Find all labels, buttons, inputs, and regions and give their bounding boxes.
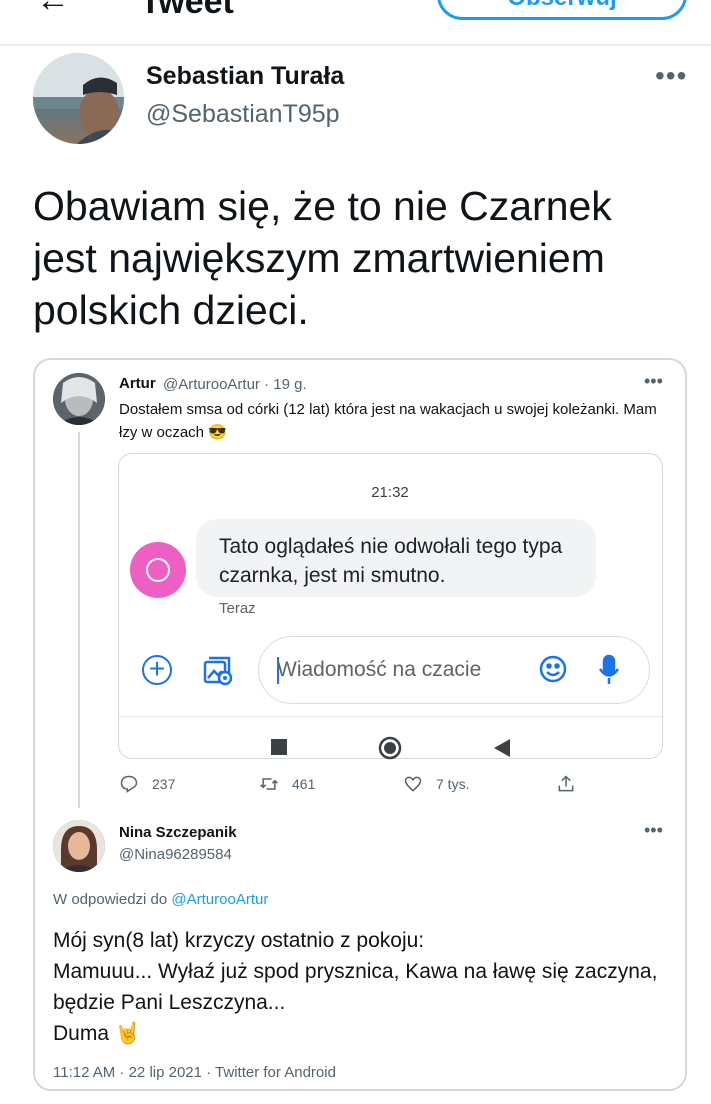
reply-context: W odpowiedzi do @ArturooArtur — [53, 891, 268, 908]
reply-to-prefix: W odpowiedzi do — [53, 891, 172, 908]
author-avatar[interactable] — [33, 53, 124, 144]
recents-icon — [271, 739, 287, 755]
author-name[interactable]: Sebastian Turała — [146, 62, 344, 91]
reply-line: Mamuuu... Wyłaź już spod prysznica, Kawa… — [53, 960, 658, 1014]
reply-author-avatar[interactable] — [53, 820, 105, 872]
reply-text: Mój syn(8 lat) krzyczy ostatnio z pokoju… — [53, 925, 673, 1049]
contact-ring-icon — [146, 558, 170, 582]
author-handle[interactable]: @SebastianT95p — [146, 100, 340, 129]
reply-timestamp[interactable]: 11:12 AM · 22 lip 2021 · Twitter for And… — [53, 1064, 336, 1081]
reply-to-link[interactable]: @ArturooArtur — [171, 891, 268, 908]
retweet-action[interactable]: 461 — [259, 773, 315, 795]
quoted-author-meta: @ArturooArtur · 19 g. — [163, 376, 307, 393]
top-bar: ← Tweet Obserwuj — [0, 0, 711, 46]
chat-input-placeholder: Wiadomość na czacie — [277, 658, 482, 681]
reply-author-handle[interactable]: @Nina96289584 — [119, 846, 232, 863]
share-icon — [558, 775, 574, 792]
heart-icon — [404, 776, 422, 792]
more-options-icon[interactable]: ••• — [655, 60, 687, 92]
emoji-icon — [538, 654, 568, 684]
like-count: 7 tys. — [436, 776, 470, 792]
reply-action[interactable]: 237 — [119, 773, 175, 795]
quoted-author-name[interactable]: Artur — [119, 375, 156, 392]
message-status: Teraz — [219, 600, 256, 617]
reply-author-name[interactable]: Nina Szczepanik — [119, 824, 237, 841]
quoted-more-icon[interactable]: ••• — [644, 371, 663, 392]
divider — [119, 716, 662, 717]
home-icon — [378, 736, 402, 760]
reply-line: Duma 🤘 — [53, 1022, 141, 1045]
message-text: Tato oglądałeś nie odwołali tego typa cz… — [219, 535, 563, 587]
follow-button[interactable]: Obserwuj — [437, 0, 687, 20]
reply-count: 237 — [152, 776, 176, 792]
tweet-text: Obawiam się, że to nie Czarnek jest najw… — [33, 183, 612, 333]
reply-more-icon[interactable]: ••• — [644, 820, 663, 841]
share-action[interactable] — [556, 773, 576, 795]
add-icon: + — [142, 655, 172, 685]
sms-time: 21:32 — [371, 484, 409, 501]
retweet-count: 461 — [292, 776, 316, 792]
reply-line: Mój syn(8 lat) krzyczy ostatnio z pokoju… — [53, 929, 425, 952]
like-action[interactable]: 7 tys. — [403, 773, 469, 795]
back-arrow-icon[interactable]: ← — [36, 0, 76, 20]
reply-icon — [120, 775, 138, 793]
gallery-icon — [201, 654, 235, 688]
page-title: Tweet — [140, 0, 234, 21]
back-triangle-icon — [493, 738, 511, 758]
quoted-tweet-text: Dostałem smsa od córki (12 lat) która je… — [119, 401, 657, 441]
quoted-author-avatar[interactable] — [53, 373, 105, 425]
microphone-icon — [597, 654, 621, 686]
retweet-icon — [260, 778, 278, 790]
